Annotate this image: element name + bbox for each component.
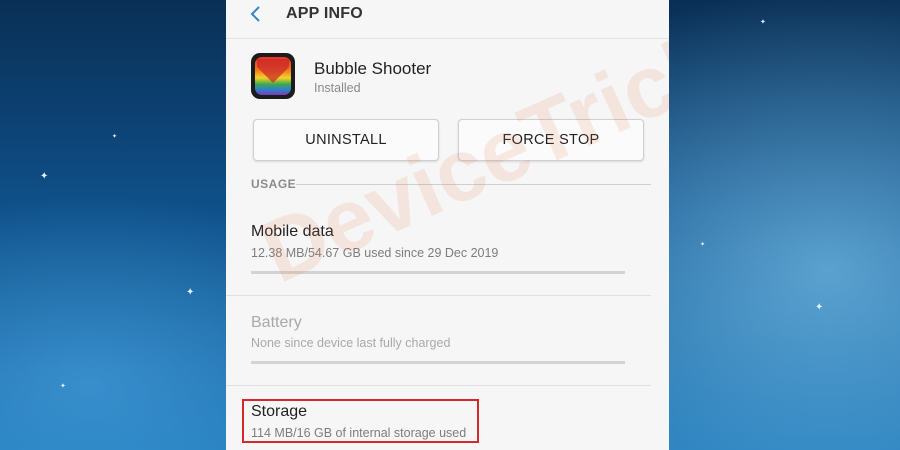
app-bar: APP INFO (226, 0, 669, 39)
mobile-data-detail: 12.38 MB/54.67 GB used since 29 Dec 2019 (251, 246, 499, 260)
section-divider (296, 184, 651, 185)
page-title: APP INFO (286, 5, 363, 22)
bubble-shooter-app-icon (251, 53, 295, 99)
app-name: Bubble Shooter (314, 59, 432, 78)
sparkle-icon: ✦ (60, 383, 66, 390)
force-stop-button[interactable]: FORCE STOP (458, 119, 644, 161)
battery-title: Battery (251, 314, 302, 331)
battery-usage-bar (251, 361, 625, 364)
app-info-screen: APP INFO Bubble Shooter Installed UNINST… (226, 0, 669, 450)
sparkle-icon: ✦ (40, 171, 49, 182)
list-divider (226, 385, 651, 386)
back-arrow-icon[interactable] (246, 2, 266, 26)
sparkle-icon: ✦ (700, 242, 706, 248)
storage-highlight-box (242, 399, 479, 443)
mobile-data-usage-bar (251, 271, 625, 274)
app-install-status: Installed (314, 81, 361, 95)
uninstall-button[interactable]: UNINSTALL (253, 119, 439, 161)
usage-section-label: USAGE (251, 177, 297, 191)
sparkle-icon: ✦ (112, 134, 118, 140)
sparkle-icon: ✦ (760, 19, 766, 26)
sparkle-icon: ✦ (186, 287, 195, 298)
list-divider (226, 295, 651, 296)
app-summary: Bubble Shooter Installed (226, 39, 669, 115)
mobile-data-title: Mobile data (251, 223, 334, 240)
sparkle-icon: ✦ (815, 302, 824, 313)
battery-detail: None since device last fully charged (251, 336, 451, 350)
